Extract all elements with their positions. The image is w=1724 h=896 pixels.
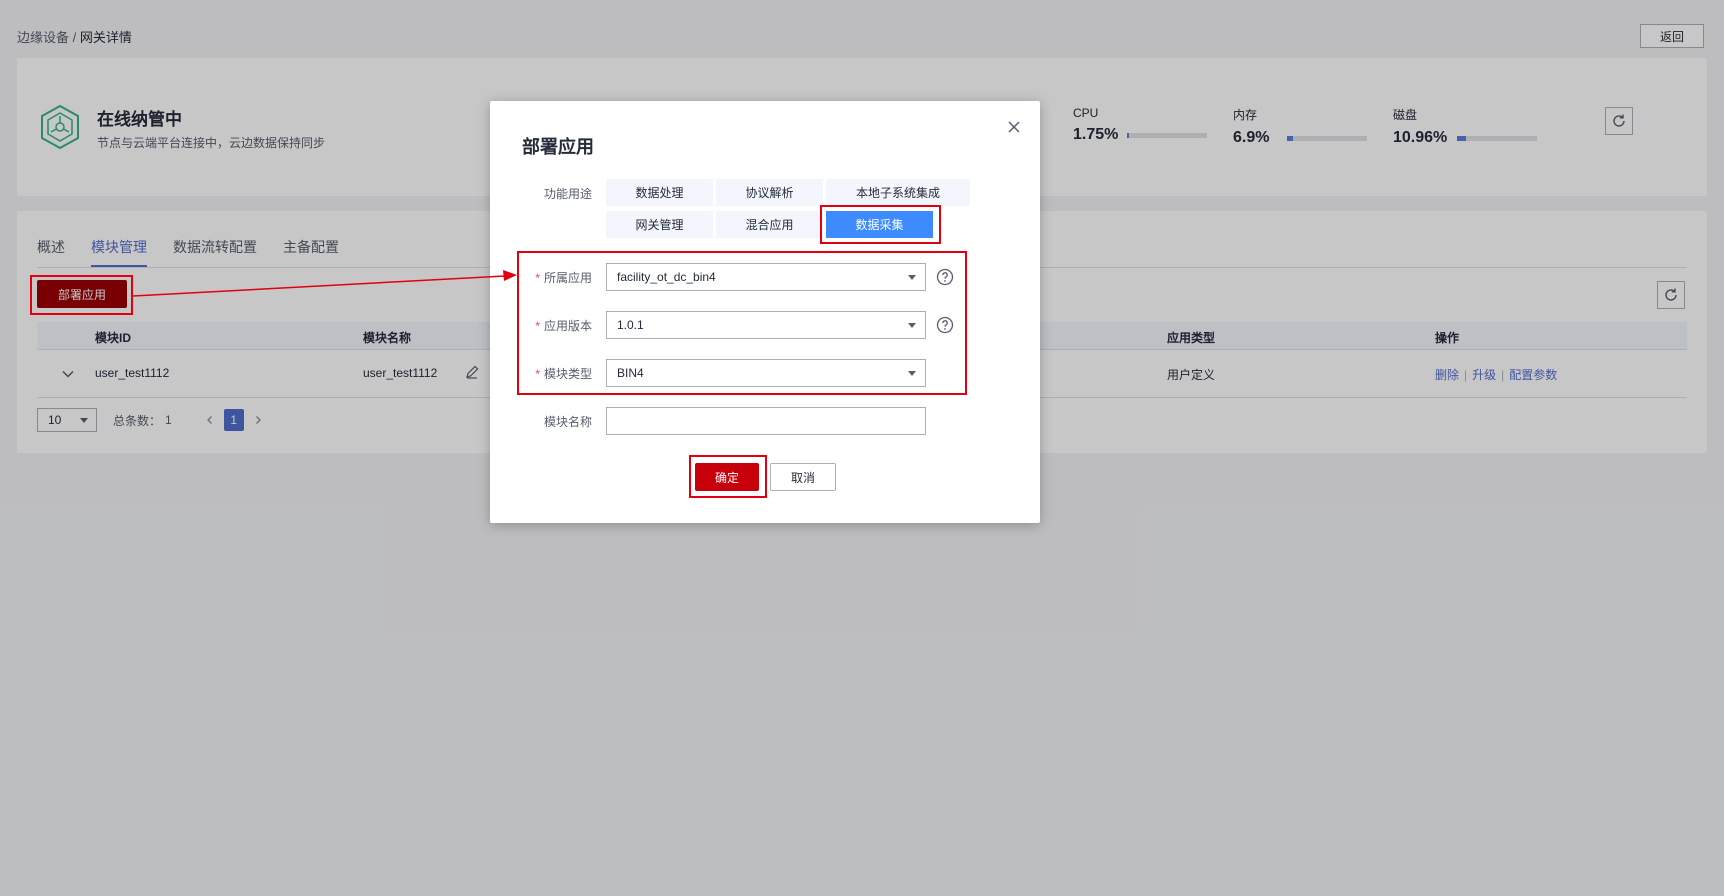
highlight-confirm-button xyxy=(689,455,767,498)
purpose-chip-data-processing[interactable]: 数据处理 xyxy=(606,179,713,206)
dialog-title: 部署应用 xyxy=(522,137,594,157)
module-name-input[interactable] xyxy=(606,407,926,435)
cancel-button[interactable]: 取消 xyxy=(770,463,836,491)
purpose-chip-gateway-management[interactable]: 网关管理 xyxy=(606,211,713,238)
purpose-chip-hybrid-app[interactable]: 混合应用 xyxy=(716,211,823,238)
purpose-chip-protocol-parsing[interactable]: 协议解析 xyxy=(716,179,823,206)
module-name-field-label: 模块名称 xyxy=(543,415,592,429)
highlight-required-fields xyxy=(517,251,967,395)
highlight-deploy-button xyxy=(30,275,133,315)
highlight-data-collection-chip xyxy=(820,205,941,244)
purpose-chip-subsystem-integration[interactable]: 本地子系统集成 xyxy=(826,179,970,206)
close-icon[interactable] xyxy=(1006,119,1022,135)
page: 边缘设备 / 网关详情 返回 在线纳管中 节点与云端平台连接中，云边数据保持同步… xyxy=(0,0,1724,896)
purpose-label: 功能用途 xyxy=(543,187,592,201)
